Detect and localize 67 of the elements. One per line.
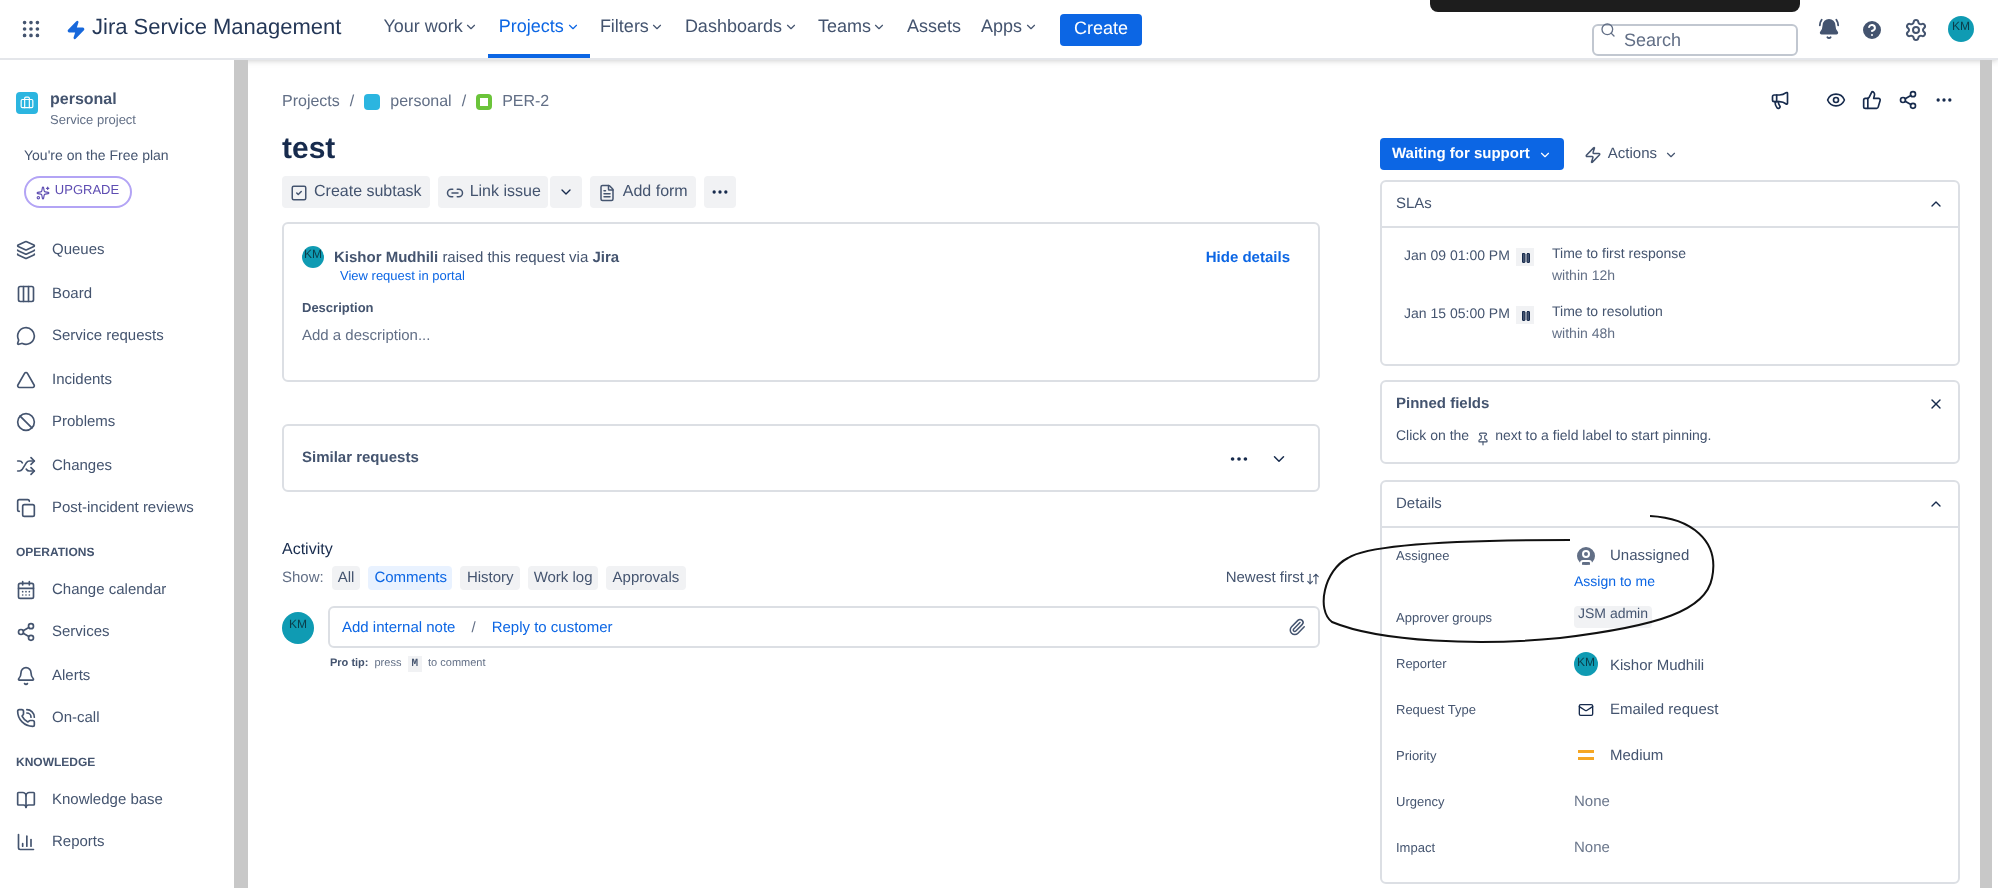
dropdown-button[interactable] [550, 176, 583, 208]
breadcrumb-separator: / [461, 90, 467, 114]
activity-title: Activity [282, 538, 335, 562]
project-name[interactable]: personal [50, 88, 136, 112]
nav-menu-item[interactable]: Teams [807, 0, 897, 58]
toolbar-button[interactable]: Link issue [437, 176, 549, 208]
sidebar-item-icon [16, 832, 36, 852]
breadcrumb-separator: / [349, 90, 355, 114]
pause-icon [1516, 248, 1534, 266]
settings-icon[interactable] [1904, 17, 1928, 41]
mail-icon [1578, 701, 1594, 718]
search-field[interactable]: Search [1592, 23, 1798, 55]
issue-type-icon [476, 94, 493, 110]
caret-icon [1537, 147, 1552, 161]
sidebar-item-icon [16, 240, 36, 260]
sidebar-item-icon [16, 622, 36, 642]
nav-menu-item[interactable]: Dashboards [674, 0, 808, 58]
sort-icon [1306, 571, 1320, 585]
more-button[interactable] [703, 176, 736, 208]
issue-title[interactable]: test [282, 134, 1320, 164]
caret-icon [558, 184, 575, 200]
pin-icon [1475, 432, 1490, 446]
share-icon[interactable] [1898, 90, 1918, 110]
sidebar-item-icon [16, 283, 36, 303]
nav-menu-item[interactable]: Projects [488, 0, 590, 58]
product-logo-icon [66, 19, 86, 39]
sidebar-item-icon [16, 789, 36, 809]
nav-menu-item[interactable]: Filters [589, 0, 675, 58]
sidebar-item-icon [16, 455, 36, 475]
priority-medium-icon [1578, 750, 1594, 761]
notifications-icon[interactable] [1818, 18, 1840, 40]
project-avatar-icon [364, 94, 381, 110]
help-icon[interactable] [1860, 17, 1884, 41]
nav-menu-item[interactable]: Assets [896, 0, 971, 58]
pause-icon [1516, 306, 1534, 324]
megaphone-icon[interactable] [1770, 90, 1790, 110]
sparkle-icon [36, 185, 51, 200]
search-icon [1600, 21, 1616, 37]
toolbar-button-icon [598, 183, 617, 201]
sidebar-item-icon [16, 326, 36, 346]
sidebar-item-icon [16, 369, 36, 389]
lightning-icon [1583, 145, 1602, 163]
breadcrumb-link[interactable]: personal [390, 90, 452, 114]
toolbar-button[interactable]: Create subtask [282, 176, 430, 208]
nav-menu-item[interactable]: Your work [373, 0, 489, 58]
caret-icon [1663, 147, 1677, 161]
watch-icon[interactable] [1826, 90, 1846, 110]
sidebar-item-icon [16, 708, 36, 728]
breadcrumb-link[interactable]: Projects [282, 90, 340, 114]
nav-menu-item[interactable]: Apps [971, 0, 1049, 58]
sidebar-item-icon [16, 579, 36, 599]
product-name[interactable]: Jira Service Management [92, 12, 342, 46]
sidebar-item-icon [16, 665, 36, 685]
user-silhouette-icon [1574, 543, 1598, 568]
attachment-icon[interactable] [1288, 618, 1306, 636]
sidebar-item-icon [16, 498, 36, 518]
create-button[interactable]: Create [1060, 13, 1143, 45]
project-avatar-icon [16, 92, 38, 114]
thumbs-up-icon[interactable] [1862, 90, 1882, 110]
toolbar-button-icon [445, 183, 464, 201]
app-switcher-icon[interactable] [20, 18, 42, 40]
sidebar-item-icon [16, 412, 36, 432]
toolbar-button-icon [290, 183, 308, 201]
close-icon[interactable] [1928, 395, 1944, 412]
collapse-icon[interactable] [1928, 196, 1944, 212]
toolbar-button[interactable]: Add form [590, 176, 696, 208]
breadcrumb-link[interactable]: PER-2 [502, 90, 550, 114]
